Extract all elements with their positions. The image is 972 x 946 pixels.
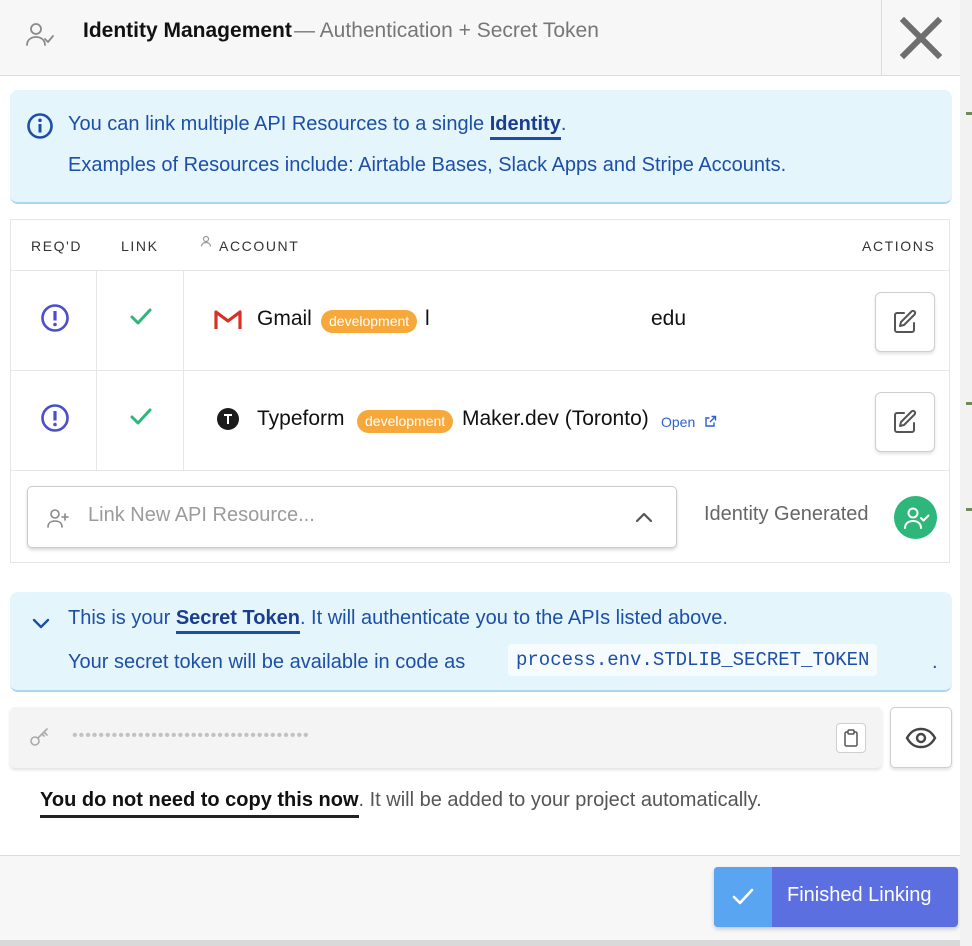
exclamation-circle-icon bbox=[41, 404, 69, 432]
link-resource-select[interactable]: Link New API Resource... bbox=[27, 486, 677, 548]
backdrop bbox=[960, 0, 972, 946]
account-name: Maker.dev (Toronto) bbox=[462, 407, 649, 430]
external-link-icon[interactable] bbox=[704, 415, 717, 428]
modal-header: Identity Management — Authentication + S… bbox=[0, 0, 960, 76]
account-name-suffix: edu bbox=[651, 307, 687, 330]
check-icon bbox=[130, 408, 152, 425]
environment-badge: development bbox=[357, 410, 454, 433]
chevron-up-icon bbox=[635, 512, 653, 523]
chevron-down-icon[interactable] bbox=[30, 612, 52, 634]
info-banner: You can link multiple API Resources to a… bbox=[10, 90, 952, 204]
col-required: REQ'D bbox=[31, 238, 83, 254]
service-name: Gmail bbox=[257, 307, 312, 330]
user-icon bbox=[200, 235, 212, 247]
copy-note: You do not need to copy this now. It wil… bbox=[40, 789, 762, 818]
copy-note-emphasis: You do not need to copy this now bbox=[40, 789, 359, 818]
open-link[interactable]: Open bbox=[661, 414, 695, 430]
table-row: Typeform development Maker.dev (Toronto)… bbox=[11, 371, 949, 471]
close-icon bbox=[899, 16, 943, 60]
edit-button[interactable] bbox=[875, 292, 935, 352]
eye-icon bbox=[905, 727, 937, 748]
secret-line-1: This is your Secret Token. It will authe… bbox=[68, 607, 728, 634]
modal-title: Identity Management bbox=[83, 19, 292, 42]
typeform-icon bbox=[217, 408, 239, 430]
clipboard-icon bbox=[844, 729, 858, 747]
check-icon bbox=[732, 888, 754, 905]
env-var-code: process.env.STDLIB_SECRET_TOKEN bbox=[508, 644, 878, 676]
edit-icon bbox=[894, 309, 917, 333]
secret-token-link[interactable]: Secret Token bbox=[175, 607, 300, 634]
info-line-1: You can link multiple API Resources to a… bbox=[68, 113, 567, 140]
info-text: You can link multiple API Resources to a… bbox=[68, 113, 490, 135]
identity-modal: Identity Management — Authentication + S… bbox=[0, 0, 960, 940]
col-link: LINK bbox=[121, 238, 159, 254]
secret-token-field[interactable]: •••••••••••••••••••••••••••••••••••• bbox=[10, 707, 882, 768]
identity-status: Identity Generated bbox=[704, 503, 869, 525]
table-row: Gmail development l edu bbox=[11, 271, 949, 371]
secret-period: . bbox=[932, 651, 938, 673]
secret-token-banner: This is your Secret Token. It will authe… bbox=[10, 592, 952, 692]
secret-text: This is your bbox=[68, 607, 176, 629]
identity-avatar bbox=[894, 496, 937, 539]
copy-note-text: . It will be added to your project autom… bbox=[358, 789, 762, 811]
col-account: ACCOUNT bbox=[219, 238, 300, 254]
show-token-button[interactable] bbox=[890, 707, 952, 768]
check-icon bbox=[130, 308, 152, 325]
modal-footer: Finished Linking bbox=[0, 855, 960, 940]
user-check-icon bbox=[903, 507, 929, 529]
exclamation-circle-icon bbox=[41, 304, 69, 332]
finished-linking-label: Finished Linking bbox=[787, 884, 932, 906]
user-check-icon bbox=[26, 23, 54, 46]
secret-text-suffix: . It will authenticate you to the APIs l… bbox=[299, 607, 728, 629]
key-icon bbox=[30, 728, 48, 746]
check-icon-wrap bbox=[714, 867, 772, 927]
resources-table: REQ'D LINK ACCOUNT ACTIONS Gmail develop… bbox=[10, 219, 950, 563]
info-line-2: Examples of Resources include: Airtable … bbox=[68, 154, 787, 176]
edit-icon bbox=[894, 409, 917, 433]
backdrop-fragment bbox=[966, 402, 972, 405]
gmail-icon bbox=[214, 310, 242, 329]
edit-button[interactable] bbox=[875, 392, 935, 452]
masked-token: •••••••••••••••••••••••••••••••••••• bbox=[72, 727, 310, 744]
finished-linking-button[interactable]: Finished Linking bbox=[714, 867, 958, 927]
user-plus-icon bbox=[47, 509, 69, 528]
col-actions: ACTIONS bbox=[862, 238, 936, 254]
backdrop-fragment bbox=[966, 508, 972, 511]
copy-button[interactable] bbox=[836, 723, 866, 753]
info-icon bbox=[27, 113, 53, 139]
account-name: l bbox=[425, 307, 430, 330]
service-name: Typeform bbox=[257, 407, 345, 430]
table-header: REQ'D LINK ACCOUNT ACTIONS bbox=[11, 220, 949, 271]
modal-subtitle: — Authentication + Secret Token bbox=[294, 19, 599, 42]
identity-link[interactable]: Identity bbox=[489, 113, 561, 140]
info-text-suffix: . bbox=[560, 113, 567, 135]
backdrop-fragment bbox=[966, 112, 972, 115]
close-button[interactable] bbox=[881, 0, 960, 76]
environment-badge: development bbox=[321, 310, 418, 333]
secret-line-2: Your secret token will be available in c… bbox=[68, 651, 466, 673]
link-resource-placeholder: Link New API Resource... bbox=[88, 504, 315, 526]
